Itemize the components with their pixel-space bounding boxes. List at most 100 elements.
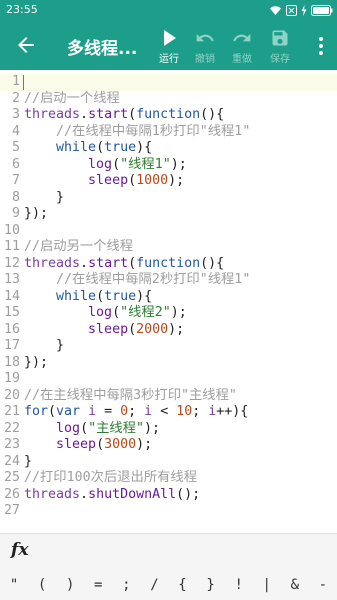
symbol-key[interactable]: ; [113, 577, 139, 593]
symbol-key[interactable]: { [170, 577, 196, 593]
code-line[interactable]: 25 //打印100次后退出所有线程 [0, 470, 337, 487]
code-line[interactable]: 20//在主线程中每隔3秒打印"主线程" [0, 388, 337, 405]
code-line[interactable]: 11 //启动另一个线程 [0, 239, 337, 256]
code-token: ){ [136, 288, 153, 304]
code-line[interactable]: 9}); [0, 206, 337, 223]
code-line[interactable]: 19 [0, 371, 337, 388]
code-token: = [96, 404, 121, 419]
code-token: }); [24, 354, 49, 370]
code-line[interactable]: 12 threads.start(function(){ [0, 256, 337, 273]
code-line[interactable]: 15 log("线程2"); [0, 305, 337, 322]
battery-icon [311, 4, 333, 16]
code-token: 10 [176, 404, 193, 419]
code-text: sleep(3000); [24, 437, 152, 454]
symbol-key[interactable]: ! [226, 577, 252, 593]
code-line[interactable]: 5 while(true){ [0, 140, 337, 157]
code-token: start [88, 255, 129, 271]
code-token: //打印100次后退出所有线程 [24, 470, 197, 485]
code-token: threads [24, 107, 81, 122]
function-insert-button[interactable]: fx [11, 540, 28, 560]
line-number: 16 [3, 321, 20, 337]
code-line[interactable]: 8 } [0, 190, 337, 207]
redo-button[interactable]: 重做 [227, 28, 257, 68]
code-line[interactable]: 18}); [0, 355, 337, 372]
code-token: 3000 [104, 437, 137, 452]
code-token: ( [96, 288, 105, 304]
code-line[interactable]: 27 [0, 503, 337, 520]
line-number: 2 [11, 90, 20, 106]
line-number: 26 [3, 486, 20, 502]
symbol-bar: "() =; /{}! | & - [0, 574, 337, 596]
code-editor[interactable]: 1 2//启动一个线程 3 threads.start(function(){4 //… [0, 70, 337, 525]
code-token: ( [96, 140, 105, 155]
code-token: //启动一个线程 [24, 90, 120, 106]
code-token: threads [24, 486, 81, 502]
symbol-key[interactable]: " [1, 577, 27, 593]
code-line[interactable]: 6 log("线程1"); [0, 157, 337, 174]
play-icon [164, 30, 176, 46]
code-token: start [88, 107, 129, 122]
symbol-key[interactable]: = [85, 577, 111, 593]
code-text: //启动另一个线程 [24, 239, 133, 256]
code-text: sleep(1000); [24, 173, 184, 190]
line-number: 5 [11, 140, 20, 155]
code-token: ( [128, 107, 137, 122]
code-text: threads.shutDownAll(); [24, 487, 200, 504]
symbol-key[interactable]: ( [29, 577, 55, 593]
code-token: for [24, 404, 49, 419]
symbol-key[interactable]: ) [57, 577, 83, 593]
code-line[interactable]: 14 while(true){ [0, 289, 337, 306]
symbol-key[interactable]: | [254, 577, 280, 593]
code-token: ); [170, 305, 187, 320]
code-token: ){ [136, 140, 153, 155]
line-number: 19 [3, 371, 20, 386]
code-line[interactable]: 23 sleep(3000); [0, 437, 337, 454]
save-button[interactable]: 保存 [265, 28, 295, 68]
code-line[interactable]: 26 threads.shutDownAll(); [0, 487, 337, 504]
code-line[interactable]: 1 [0, 74, 337, 91]
line-number: 18 [3, 354, 20, 370]
symbol-key[interactable]: / [141, 577, 167, 593]
line-number: 23 [3, 437, 20, 452]
code-text: threads.start(function(){ [24, 107, 224, 124]
code-token: while [56, 140, 97, 155]
arrow-left-icon [18, 37, 34, 53]
code-line[interactable]: 10 [0, 223, 337, 240]
symbol-key[interactable]: } [198, 577, 224, 593]
code-line[interactable]: 21 for(var i = 0; i < 10; i++){ [0, 404, 337, 421]
run-button[interactable]: 运行 [154, 28, 184, 68]
line-number: 8 [11, 189, 20, 205]
code-token: //在主线程中每隔3秒打印"主线程" [24, 387, 237, 403]
code-token: . [80, 107, 89, 122]
code-token: while [56, 288, 97, 304]
back-button[interactable] [14, 33, 38, 57]
line-number: 14 [3, 288, 20, 304]
code-token: log [88, 305, 113, 320]
code-line[interactable]: 16 sleep(2000); [0, 322, 337, 339]
code-token: //在线程中每隔2秒打印"线程1" [24, 272, 251, 287]
symbol-key[interactable]: - [310, 577, 336, 593]
code-line[interactable]: 2//启动一个线程 [0, 91, 337, 108]
code-token: //启动另一个线程 [24, 239, 134, 254]
code-token: i [144, 404, 153, 419]
line-number: 22 [3, 420, 20, 436]
code-line[interactable]: 7 sleep(1000); [0, 173, 337, 190]
code-line[interactable]: 13 //在线程中每隔2秒打印"线程1" [0, 272, 337, 289]
code-token: ( [112, 156, 121, 172]
code-line[interactable]: 3 threads.start(function(){ [0, 107, 337, 124]
undo-button[interactable]: 撤销 [190, 28, 220, 68]
code-line[interactable]: 17 } [0, 338, 337, 355]
code-token: sleep [88, 173, 129, 188]
code-text: while(true){ [24, 289, 152, 306]
code-line[interactable]: 22 log("主线程"); [0, 421, 337, 438]
line-number: 25 [3, 470, 20, 485]
code-token: shutDownAll [88, 486, 177, 502]
symbol-key[interactable]: & [282, 577, 308, 593]
more-options-button[interactable] [313, 35, 329, 57]
code-line[interactable]: 4 //在线程中每隔1秒打印"线程1" [0, 124, 337, 141]
code-line[interactable]: 24} [0, 454, 337, 471]
line-number: 24 [3, 453, 20, 469]
